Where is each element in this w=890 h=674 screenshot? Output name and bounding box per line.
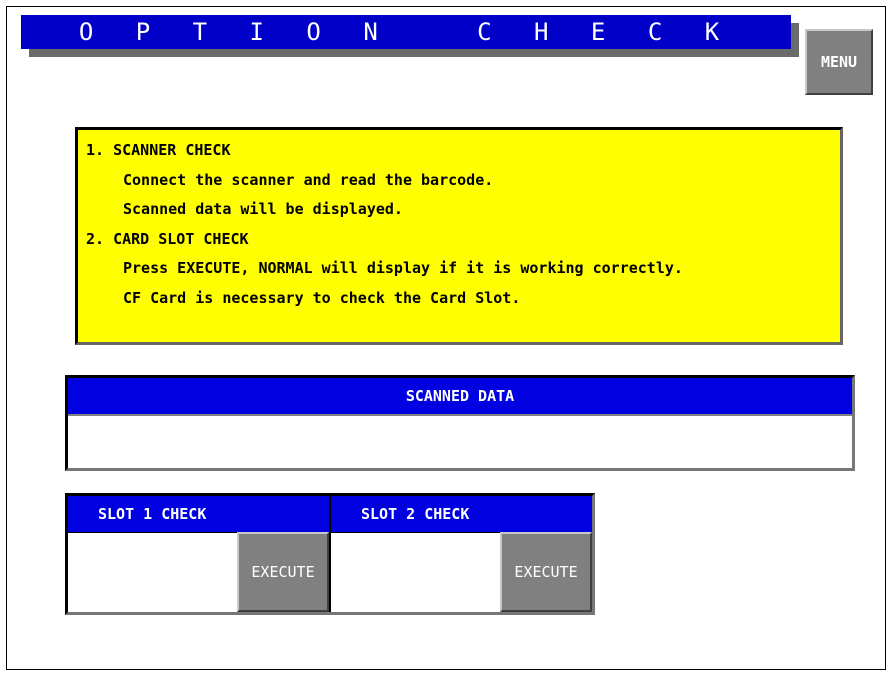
slot-2-check: SLOT 2 CHECK EXECUTE [329, 496, 592, 612]
page-title: O P T I O N C H E C K [21, 15, 791, 49]
slot-2-result [331, 532, 501, 612]
slot-1-execute-button[interactable]: EXECUTE [237, 532, 329, 612]
slot-1-result [68, 532, 238, 612]
instructions-panel: 1. SCANNER CHECK Connect the scanner and… [75, 127, 843, 345]
instruction-line-5: Press EXECUTE, NORMAL will display if it… [123, 259, 683, 277]
slot-1-check: SLOT 1 CHECK EXECUTE [68, 496, 329, 612]
slot-checks: SLOT 1 CHECK EXECUTE SLOT 2 CHECK EXECUT… [65, 493, 595, 615]
slot-2-header: SLOT 2 CHECK [331, 496, 592, 532]
instruction-line-3: Scanned data will be displayed. [123, 200, 403, 218]
instruction-line-2: Connect the scanner and read the barcode… [123, 170, 494, 189]
scanned-data-header: SCANNED DATA [68, 378, 852, 414]
option-check-screen: O P T I O N C H E C K MENU 1. SCANNER CH… [6, 6, 886, 670]
title-area: O P T I O N C H E C K [21, 15, 801, 59]
instruction-line-1: 1. SCANNER CHECK [86, 141, 231, 159]
menu-button[interactable]: MENU [805, 29, 873, 95]
instruction-line-4: 2. CARD SLOT CHECK [86, 229, 249, 248]
scanned-data-value [68, 414, 852, 468]
instruction-line-6: CF Card is necessary to check the Card S… [123, 288, 521, 307]
scanned-data-box: SCANNED DATA [65, 375, 855, 471]
slot-2-execute-button[interactable]: EXECUTE [500, 532, 592, 612]
slot-1-header: SLOT 1 CHECK [68, 496, 329, 532]
